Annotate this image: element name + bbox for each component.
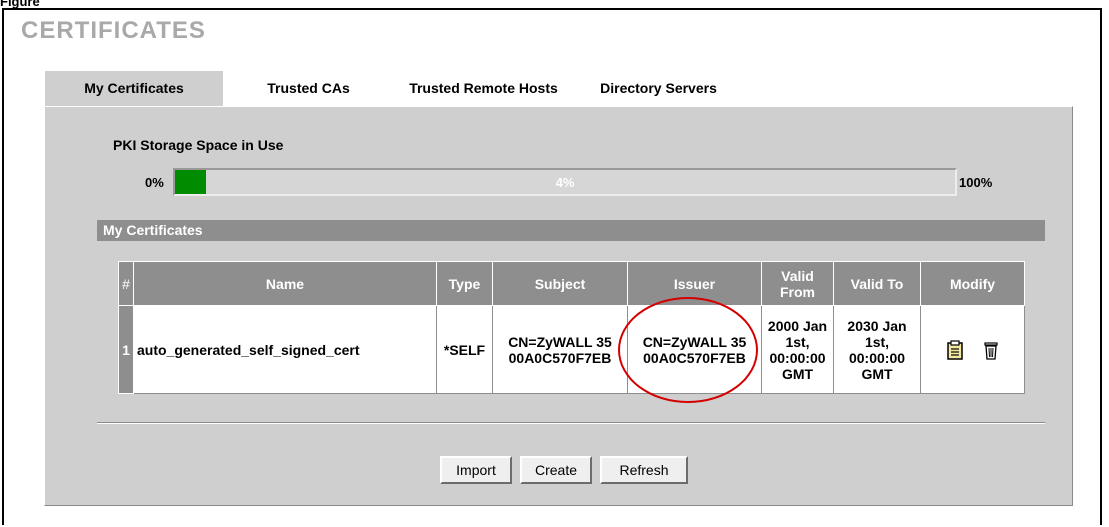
certificates-table: # Name Type Subject Issuer Valid From Va… bbox=[118, 261, 1025, 394]
storage-usage-bar: 4% bbox=[173, 168, 957, 196]
cell-modify bbox=[920, 305, 1025, 394]
col-header-valid-from: Valid From bbox=[761, 261, 834, 306]
trash-icon[interactable] bbox=[982, 340, 1000, 360]
col-header-modify: Modify bbox=[920, 261, 1025, 306]
divider bbox=[97, 422, 1045, 424]
table-row: 1 auto_generated_self_signed_cert *SELF … bbox=[118, 305, 1025, 394]
cell-name: auto_generated_self_signed_cert bbox=[133, 305, 437, 394]
col-header-name: Name bbox=[133, 261, 437, 306]
storage-usage-value: 4% bbox=[555, 174, 575, 190]
figure-caption: Figure bbox=[0, 0, 40, 8]
tab-trusted-cas[interactable]: Trusted CAs bbox=[224, 70, 394, 106]
tab-bar: My Certificates Trusted CAs Trusted Remo… bbox=[44, 70, 744, 106]
create-button[interactable]: Create bbox=[520, 456, 592, 484]
cell-subject: CN=ZyWALL 35 00A0C570F7EB bbox=[492, 305, 628, 394]
section-header-my-certificates: My Certificates bbox=[97, 220, 1045, 241]
cell-number: 1 bbox=[118, 305, 134, 394]
cell-type: *SELF bbox=[436, 305, 493, 394]
col-header-issuer: Issuer bbox=[627, 261, 762, 306]
page-title: CERTIFICATES bbox=[21, 17, 206, 44]
figure-caption-label: Figure bbox=[0, 0, 40, 8]
storage-min-label: 0% bbox=[145, 175, 164, 190]
col-header-type: Type bbox=[436, 261, 493, 306]
col-header-valid-to: Valid To bbox=[833, 261, 921, 306]
modify-icons bbox=[922, 339, 1023, 360]
table-header-row: # Name Type Subject Issuer Valid From Va… bbox=[118, 261, 1025, 306]
import-button[interactable]: Import bbox=[440, 456, 512, 484]
col-header-subject: Subject bbox=[492, 261, 628, 306]
col-header-number: # bbox=[118, 261, 134, 306]
tab-my-certificates[interactable]: My Certificates bbox=[44, 70, 224, 106]
edit-icon[interactable] bbox=[946, 339, 964, 360]
refresh-button[interactable]: Refresh bbox=[600, 456, 688, 484]
button-row: Import Create Refresh bbox=[440, 456, 688, 484]
storage-max-label: 100% bbox=[959, 175, 993, 190]
tab-trusted-remote-hosts[interactable]: Trusted Remote Hosts bbox=[394, 70, 574, 106]
certificates-panel: PKI Storage Space in Use 0% 4% 100% My C… bbox=[44, 106, 1073, 506]
pki-storage-title: PKI Storage Space in Use bbox=[113, 137, 284, 153]
cell-issuer: CN=ZyWALL 35 00A0C570F7EB bbox=[627, 305, 762, 394]
tab-directory-servers[interactable]: Directory Servers bbox=[574, 70, 744, 106]
cell-valid-from: 2000 Jan 1st, 00:00:00 GMT bbox=[761, 305, 834, 394]
cell-valid-to: 2030 Jan 1st, 00:00:00 GMT bbox=[833, 305, 921, 394]
